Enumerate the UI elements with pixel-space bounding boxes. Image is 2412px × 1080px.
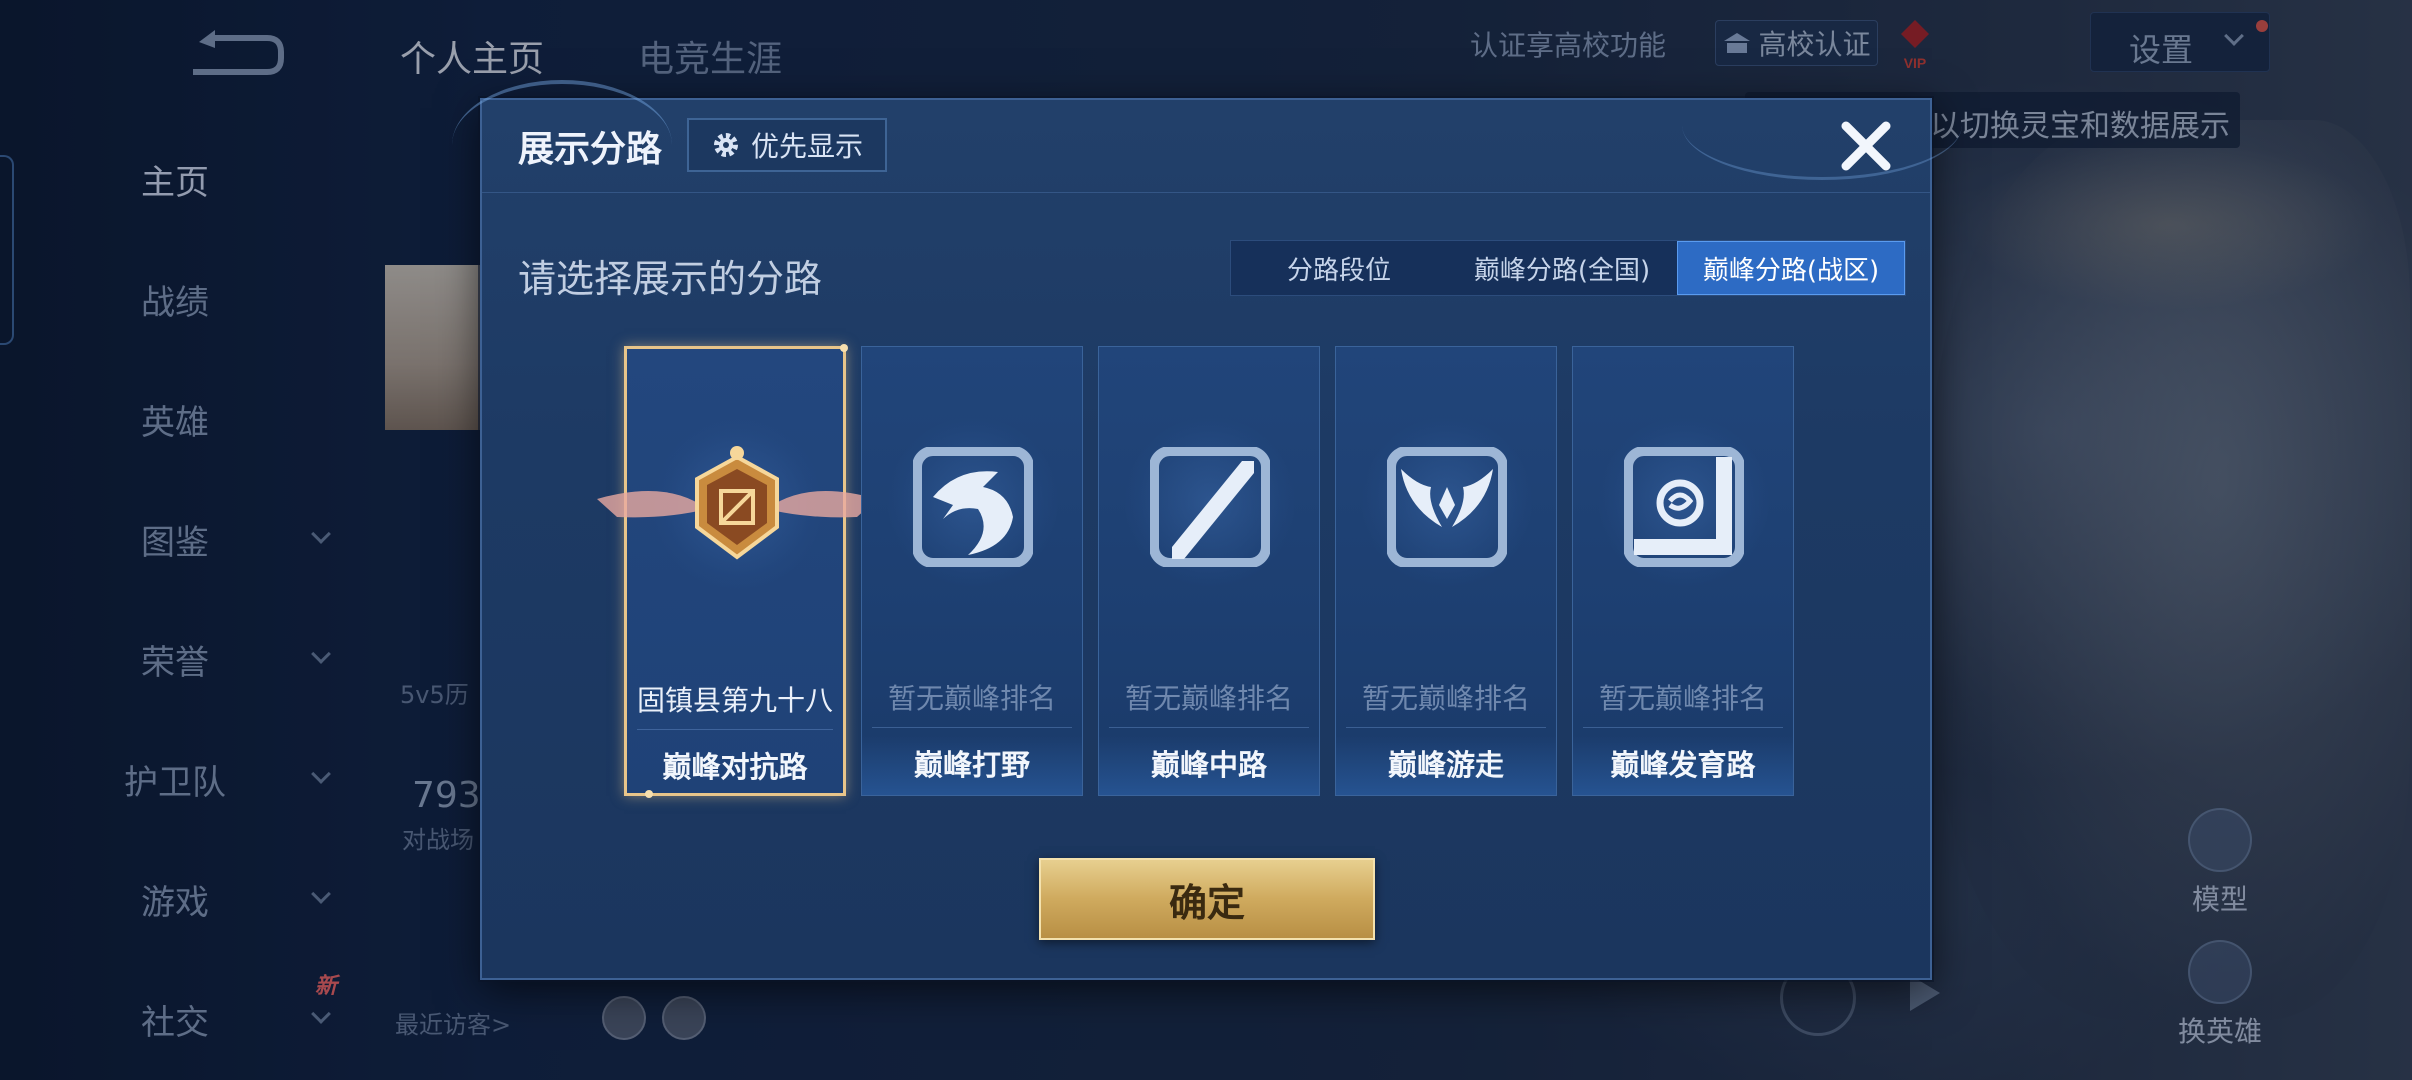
clash-lane-emblem-icon	[597, 446, 877, 560]
lane-cards: 固镇县第九十八 巅峰对抗路 暂无巅峰排名 巅峰打野 暂无巅峰排名 巅峰中路 暂无…	[597, 344, 1824, 798]
rank-text: 固镇县第九十八	[636, 684, 833, 717]
segment-peak-region[interactable]: 巅峰分路(战区)	[1677, 241, 1905, 295]
lane-display-modal: 展示分路 优先显示 请选择展示的分路 分路段位 巅峰分路(全国) 巅峰分路(战区…	[452, 80, 1962, 980]
rank-text: 暂无巅峰排名	[1124, 682, 1293, 715]
lane-name: 巅峰游走	[1387, 748, 1504, 782]
card-separator	[872, 727, 1072, 728]
lane-card-mid[interactable]: 暂无巅峰排名 巅峰中路	[1098, 346, 1320, 796]
card-separator	[1583, 727, 1783, 728]
lane-card-jungle[interactable]: 暂无巅峰排名 巅峰打野	[861, 346, 1083, 796]
rank-text: 暂无巅峰排名	[1598, 682, 1767, 715]
mid-lane-slash-icon	[1150, 447, 1270, 567]
rank-text: 暂无巅峰排名	[1361, 682, 1530, 715]
modal-title: 展示分路	[518, 129, 663, 170]
lane-card-roam[interactable]: 暂无巅峰排名 巅峰游走	[1335, 346, 1557, 796]
card-separator	[1109, 727, 1309, 728]
lane-type-segmented-control: 分路段位 巅峰分路(全国) 巅峰分路(战区)	[1230, 240, 1906, 296]
corner-sparkle	[840, 344, 848, 352]
rank-text: 暂无巅峰排名	[887, 682, 1056, 715]
roam-wings-icon	[1387, 447, 1507, 567]
lane-name: 巅峰发育路	[1610, 748, 1756, 782]
lane-card-clash[interactable]: 固镇县第九十八 巅峰对抗路	[597, 344, 877, 798]
farm-lane-corner-icon	[1624, 447, 1744, 567]
gear-icon	[713, 133, 738, 157]
segment-lane-rank[interactable]: 分路段位	[1231, 241, 1447, 295]
lane-name: 巅峰中路	[1150, 748, 1267, 782]
card-separator	[637, 729, 833, 730]
segment-peak-national[interactable]: 巅峰分路(全国)	[1447, 241, 1677, 295]
modal-header: 展示分路 优先显示	[482, 100, 1930, 192]
lane-name: 巅峰对抗路	[662, 750, 808, 784]
corner-sparkle	[645, 790, 653, 798]
priority-display-label: 优先显示	[750, 130, 863, 163]
header-divider	[482, 192, 1930, 193]
lane-name: 巅峰打野	[913, 748, 1030, 782]
confirm-button[interactable]: 确定	[1039, 858, 1375, 940]
jungle-dragon-icon	[913, 447, 1033, 567]
card-separator	[1346, 727, 1546, 728]
close-icon[interactable]	[1836, 116, 1896, 176]
priority-display-button[interactable]: 优先显示	[687, 118, 887, 172]
lane-card-farm[interactable]: 暂无巅峰排名 巅峰发育路	[1572, 346, 1794, 796]
modal-subtitle: 请选择展示的分路	[518, 257, 823, 301]
